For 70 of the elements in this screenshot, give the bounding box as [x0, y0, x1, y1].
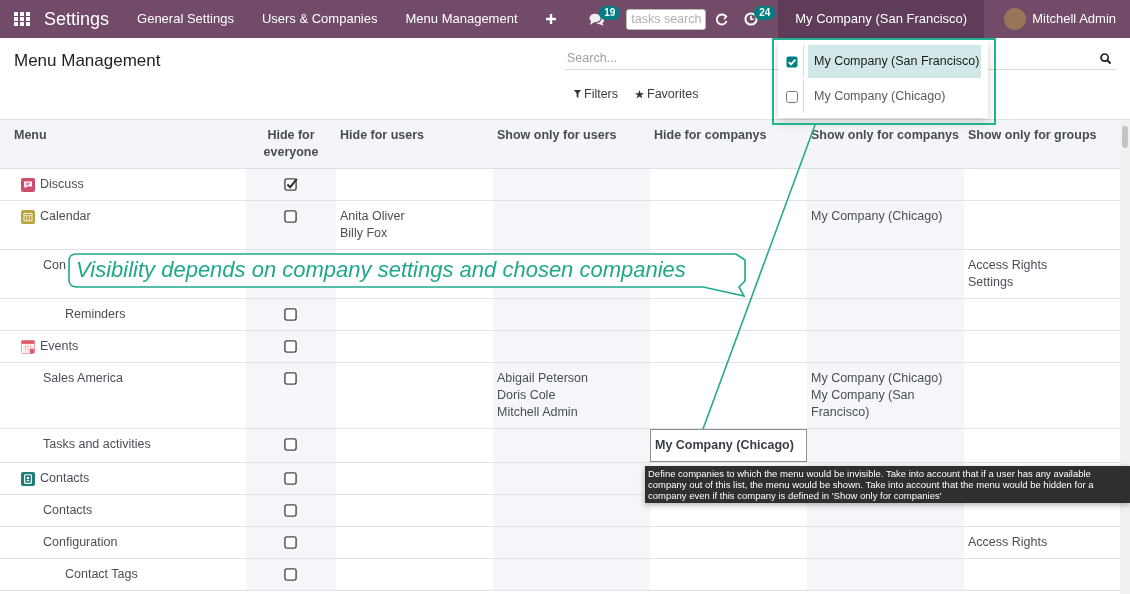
star-icon [635, 89, 645, 99]
company-field[interactable]: My Company (Chicago) [650, 429, 807, 462]
group-name: Access Rights [968, 534, 1048, 551]
checkbox[interactable] [284, 339, 298, 353]
checkbox[interactable] [284, 307, 298, 321]
column-header[interactable]: Hide for everyone [246, 120, 336, 169]
menu-name: Configuration [43, 534, 118, 551]
menu-name: Calendar [40, 208, 91, 225]
counter-badge: 19 [599, 6, 621, 20]
checkbox[interactable] [284, 503, 298, 517]
menu-name: Tasks and activities [43, 436, 151, 453]
column-header[interactable]: Show only for users [493, 120, 650, 169]
checkbox[interactable] [284, 371, 298, 385]
search-field[interactable]: tasks search [626, 8, 707, 30]
user-name: Billy Fox [340, 225, 388, 242]
menu-name: Reminders [65, 306, 126, 323]
column-header[interactable]: Hide for companys [650, 120, 807, 169]
company-option[interactable]: My Company (San Francisco) [808, 45, 981, 78]
menu-name: Contacts [43, 502, 93, 519]
checkbox[interactable] [786, 90, 798, 103]
checkbox[interactable] [284, 177, 298, 191]
plus-icon [545, 14, 556, 24]
menu-name: Discuss [40, 176, 84, 193]
group-name: Settings [968, 274, 1014, 291]
company-name: My Company (San Francisco) [811, 387, 916, 421]
circular-arrow-icon[interactable] [715, 12, 729, 26]
checkbox[interactable] [284, 209, 298, 223]
callout-text: Visibility depends on company settings and chosen companies [76, 256, 686, 284]
menu-name: Sales America [43, 370, 123, 387]
checkbox[interactable] [284, 567, 298, 581]
company-switcher[interactable]: My Company (San Francisco) [778, 0, 985, 38]
favorites-button[interactable]: Favorites [635, 85, 699, 104]
company-name: My Company (Chicago) [811, 370, 943, 387]
tooltip: Define companies to which the menu would be invisible. Take into account that if a user has any available company out of this list, the menu would be shown. Take into account that the menu would be hidden for a company even if this company is defined in 'Show only for companies' [645, 466, 1130, 503]
checkbox[interactable] [284, 471, 298, 485]
column-header[interactable]: Hide for users [336, 120, 493, 169]
checkbox[interactable] [284, 535, 298, 549]
search-icon[interactable] [1100, 52, 1111, 64]
group-name: Access Rights [968, 257, 1048, 274]
company-name: My Company (Chicago) [811, 208, 943, 225]
counter-badge: 24 [754, 6, 776, 20]
user-name: Anita Oliver [340, 208, 405, 225]
user-name: Abigail Peterson [497, 370, 589, 387]
checkbox[interactable] [786, 55, 798, 68]
menu-name: Contact Tags [65, 566, 138, 583]
nav-menu-item[interactable]: Users & Companies [247, 0, 392, 38]
checkbox[interactable] [284, 437, 298, 451]
funnel-icon [574, 90, 581, 99]
app-title: Settings [44, 10, 110, 28]
column-header[interactable]: Show only for companys [807, 120, 964, 169]
column-header[interactable]: Show only for groups [964, 120, 1120, 169]
filters-button[interactable]: Filters [574, 85, 619, 104]
nav-menu-item[interactable]: Menu Management [391, 0, 532, 38]
user-name: Mitchell Admin [497, 404, 578, 421]
user-name: Doris Cole [497, 387, 556, 404]
calendar-icon [21, 209, 35, 224]
clock-icon[interactable] [744, 12, 759, 26]
calendar-icon [21, 339, 35, 354]
avatar [1004, 8, 1027, 30]
apps-grid-icon[interactable] [14, 12, 30, 26]
user-menu[interactable]: Mitchell Admin [1004, 8, 1116, 30]
menu-name: Con [43, 257, 66, 274]
column-header[interactable]: Menu [0, 120, 246, 169]
scrollbar[interactable] [1120, 120, 1130, 594]
contact-card-icon [21, 471, 35, 486]
menu-name: Events [40, 338, 79, 355]
page-title: Menu Management [14, 51, 161, 70]
nav-menu-item[interactable]: General Settings [123, 0, 248, 38]
menu-name: Contacts [40, 470, 90, 487]
chat-bubble-icon [21, 177, 35, 192]
